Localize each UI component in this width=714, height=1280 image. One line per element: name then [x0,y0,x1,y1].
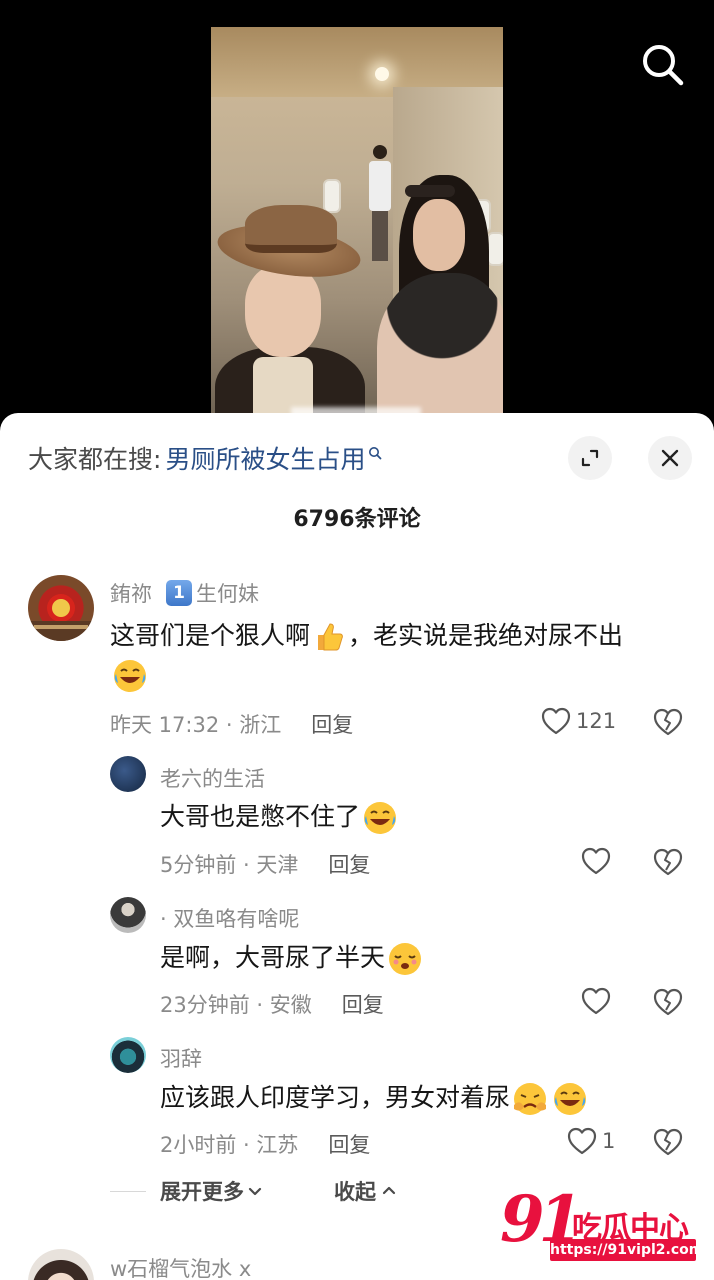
video-foreground-head [377,273,503,417]
chevron-up-icon [382,1186,396,1195]
comment-text: 应该跟人印度学习，男女对着尿 [160,1078,590,1118]
like-count: 121 [576,709,617,733]
broken-heart-icon [653,1128,683,1156]
comment-username[interactable]: 銪祢 [110,578,152,608]
facepalm-face-emoji-icon [514,1083,547,1115]
close-icon [661,449,679,467]
comment-text-part: ，老实说是我绝对尿不出 [348,621,624,650]
chevron-down-icon [248,1187,262,1196]
heart-icon [581,987,611,1015]
comment-text: 这哥们是个狠人啊 ，老实说是我绝对尿不出 [110,616,623,656]
comment-time-location: 2小时前 · 江苏 [160,1133,299,1157]
search-icon [369,447,382,460]
dislike-button[interactable] [652,847,684,881]
avatar[interactable] [28,575,94,641]
video-woman-hat [214,205,365,417]
like-button[interactable]: 121 [540,706,616,736]
like-button[interactable] [580,986,612,1016]
comment-emoji-line [110,658,150,694]
comment-username[interactable]: w石榴气泡水 x [110,1253,251,1280]
comment-time-location: 23分钟前 · 安徽 [160,993,312,1017]
comment-text-part: 这哥们是个狠人啊 [110,621,311,650]
avatar[interactable] [110,1037,146,1073]
dislike-button[interactable] [652,987,684,1021]
dislike-button[interactable] [652,1127,684,1161]
comment-username[interactable]: 羽辞 [160,1043,202,1073]
video-area[interactable] [0,0,714,430]
comment-text: 大哥也是憋不住了 [160,797,400,837]
search-suggestion-term[interactable]: 男厕所被女生占用 [165,443,365,477]
comment-sheet: 大家都在搜: 男厕所被女生占用 6796条评论 銪祢 1 生何妹 这哥们是个狠人… [0,413,714,1280]
comment-text: 是啊，大哥尿了半天 [160,938,425,978]
crying-laughing-emoji-icon [364,802,397,834]
crying-laughing-emoji-icon [114,660,146,692]
search-suggestion[interactable]: 大家都在搜: 男厕所被女生占用 [28,443,382,477]
fan-badge: 1 [166,580,192,606]
heart-icon [541,707,571,735]
comment-time-location: 5分钟前 · 天津 [160,853,299,877]
reply-button[interactable]: 回复 [328,849,370,879]
collapse-replies-button[interactable]: 收起 [334,1176,398,1206]
video-ceiling-light [375,67,389,81]
avatar[interactable] [28,1249,94,1280]
comment-username[interactable]: 老六的生活 [160,763,265,793]
comment-text-part: 大哥也是憋不住了 [160,802,361,831]
reply-button[interactable]: 回复 [311,709,353,739]
comment-meta: 昨天 17:32 · 浙江 回复 [110,709,353,739]
heart-icon [581,847,611,875]
thumbs-up-emoji-icon [318,623,343,651]
expand-more-replies-button[interactable]: 展开更多 [160,1176,264,1206]
search-suggestion-label: 大家都在搜: [28,445,162,474]
sleepy-face-emoji-icon [389,943,422,975]
comment-username-row: 銪祢 1 生何妹 [110,578,259,608]
broken-heart-icon [653,848,683,876]
close-button[interactable] [648,436,692,480]
like-button[interactable]: 1 [566,1126,615,1156]
watermark-url: https://91vipl2.com [550,1239,703,1261]
emblem-icon [28,594,94,641]
comment-username[interactable]: · 双鱼咯有啥呢 [160,903,299,933]
comment-meta: 2小时前 · 江苏 回复 [160,1129,370,1159]
search-icon [643,45,684,86]
collapse-label: 收起 [334,1180,376,1204]
expand-sheet-button[interactable] [568,436,612,480]
avatar[interactable] [110,897,146,933]
dislike-button[interactable] [652,707,684,741]
reply-button[interactable]: 回复 [342,989,384,1019]
video-man-figure [369,145,391,265]
video-frame[interactable] [211,27,503,417]
search-button[interactable] [640,42,686,88]
like-button[interactable] [580,846,612,876]
thread-divider [110,1191,146,1192]
fan-badge-text: 生何妹 [196,582,259,606]
heart-icon [567,1127,597,1155]
reply-button[interactable]: 回复 [328,1129,370,1159]
comment-meta: 5分钟前 · 天津 回复 [160,849,370,879]
crying-laughing-emoji-icon [554,1083,587,1115]
expand-more-label: 展开更多 [160,1180,244,1204]
avatar[interactable] [110,756,146,792]
comment-time-location: 昨天 17:32 · 浙江 [110,713,282,737]
comment-text-part: 应该跟人印度学习，男女对着尿 [160,1083,511,1112]
watermark-logo: 91 吃瓜中心 https://91vipl2.com [500,1185,703,1265]
comment-text-part: 是啊，大哥尿了半天 [160,943,386,972]
comment-count: 6796条评论 [293,507,421,532]
comment-meta: 23分钟前 · 安徽 回复 [160,989,384,1019]
broken-heart-icon [653,708,683,736]
expand-icon [581,449,599,467]
like-count: 1 [602,1129,616,1153]
broken-heart-icon [653,988,683,1016]
